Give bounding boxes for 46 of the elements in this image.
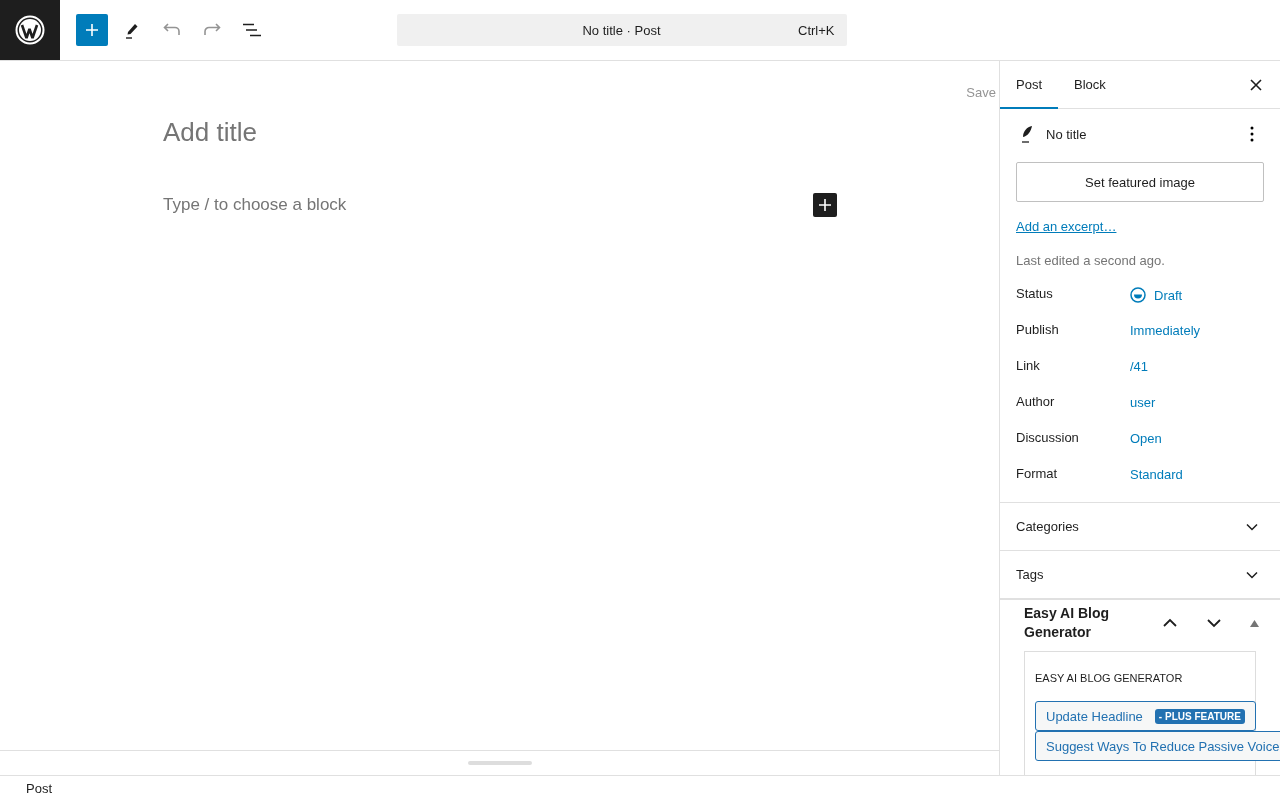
- add-excerpt-link[interactable]: Add an excerpt…: [1016, 219, 1117, 234]
- post-title: No title: [1046, 126, 1087, 142]
- triangle-up-icon[interactable]: [1250, 619, 1259, 627]
- resize-handle[interactable]: [467, 761, 532, 765]
- plus-feature-tag: - PLUS FEATURE: [1154, 708, 1245, 724]
- chevron-up-icon[interactable]: [1162, 618, 1178, 628]
- panel-header[interactable]: Tags: [1000, 551, 1280, 599]
- plugin-action-button[interactable]: Update Headline - PLUS FEATURE: [1035, 701, 1256, 731]
- sidebar-tab[interactable]: Block: [1058, 61, 1122, 109]
- document-title: No title · Post: [582, 22, 661, 38]
- title-field[interactable]: Add title: [163, 117, 257, 149]
- panel-header[interactable]: Categories: [1000, 503, 1280, 551]
- plugin-heading: EASY AI BLOG GENERATOR: [1035, 672, 1184, 684]
- plus-icon: [819, 199, 831, 212]
- field-value-link[interactable]: user: [1130, 395, 1156, 410]
- plugin-action-button[interactable]: Suggest Ways To Reduce Passive Voice: [1035, 731, 1280, 761]
- command-bar[interactable]: No title · Post Ctrl+K: [396, 14, 847, 46]
- field-label: Publish: [1016, 322, 1060, 337]
- block-placeholder[interactable]: Type / to choose a block: [163, 195, 347, 216]
- field-value-link[interactable]: Open: [1130, 431, 1162, 446]
- sidebar-tab[interactable]: Post: [1000, 61, 1058, 109]
- panel-title: Tags: [1016, 567, 1044, 582]
- wordpress-logo[interactable]: [0, 0, 60, 60]
- field-label: Link: [1016, 358, 1041, 373]
- field-value-link[interactable]: Draft: [1154, 287, 1183, 303]
- panel-title: Categories: [1016, 519, 1079, 534]
- field-label: Format: [1016, 466, 1059, 481]
- field-label: Discussion: [1016, 430, 1080, 445]
- last-edited-text: Last edited a second ago.: [1016, 253, 1166, 268]
- wordpress-logo-icon: [15, 15, 45, 45]
- field-value-link[interactable]: Immediately: [1130, 323, 1201, 338]
- field-label: Status: [1016, 286, 1054, 301]
- field-label: Author: [1016, 394, 1056, 409]
- feather-icon: [1020, 125, 1034, 143]
- plus-icon: [84, 22, 100, 38]
- breadcrumb-item[interactable]: Post: [26, 780, 52, 796]
- more-options-icon[interactable]: [1250, 126, 1254, 142]
- add-block-button[interactable]: [813, 193, 837, 218]
- save-label[interactable]: Save: [966, 85, 996, 100]
- chevron-down-icon[interactable]: [1206, 618, 1222, 628]
- draft-status-icon: [1130, 287, 1146, 303]
- field-value-link[interactable]: Standard: [1130, 467, 1183, 482]
- field-value-link[interactable]: /41: [1130, 359, 1149, 374]
- keyboard-shortcut: Ctrl+K: [798, 22, 835, 38]
- set-featured-image-button[interactable]: Set featured image: [1016, 162, 1264, 202]
- plugin-title: Easy AI Blog Generator: [1024, 604, 1111, 642]
